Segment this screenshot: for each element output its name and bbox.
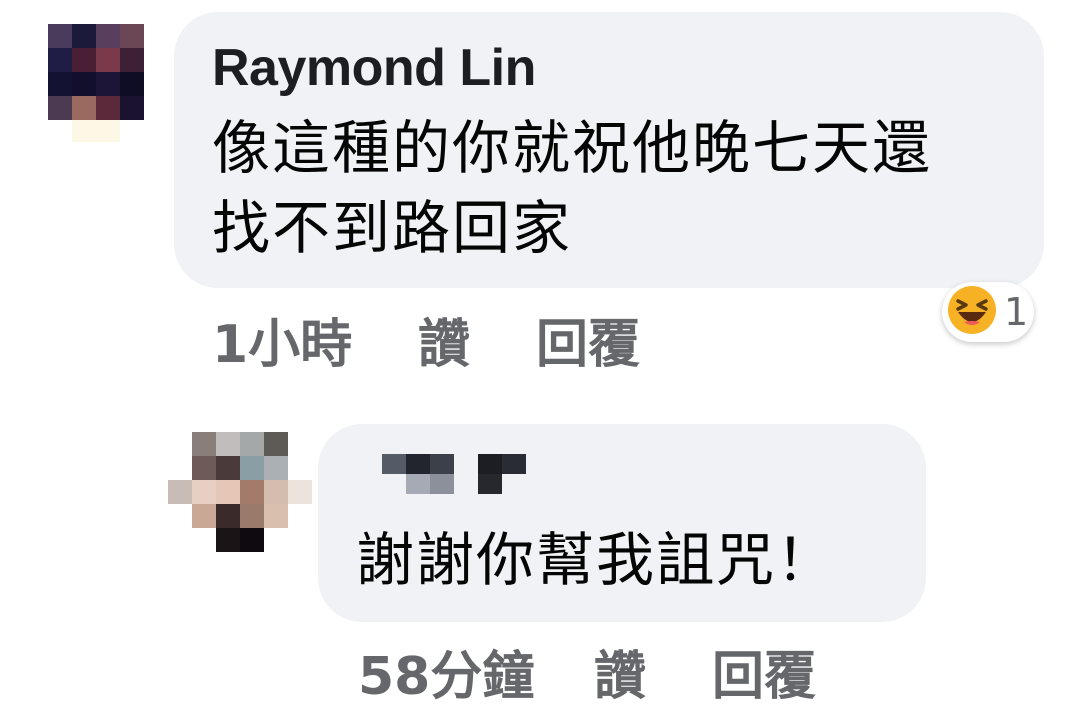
comment-bubble: 謝謝你幫我詛咒！ xyxy=(318,424,926,622)
avatar[interactable] xyxy=(168,432,312,552)
comment-bubble: Raymond Lin 像這種的你就祝他晚七天還 找不到路回家 xyxy=(174,12,1044,288)
comment-timestamp[interactable]: 58分鐘 xyxy=(358,634,534,709)
reply-button[interactable]: 回覆 xyxy=(712,634,816,709)
avatar[interactable] xyxy=(48,24,144,120)
avatar-glow xyxy=(72,120,120,142)
reaction-count: 1 xyxy=(1004,290,1029,334)
like-button[interactable]: 讚 xyxy=(418,302,470,377)
comment-text: 謝謝你幫我詛咒！ xyxy=(356,526,837,594)
comment-text: 像這種的你就祝他晚七天還 找不到路回家 xyxy=(212,114,933,262)
comment-author-redacted[interactable] xyxy=(382,454,526,494)
like-button[interactable]: 讚 xyxy=(594,634,646,709)
comment-timestamp[interactable]: 1小時 xyxy=(212,302,352,377)
reply-button[interactable]: 回覆 xyxy=(536,302,640,377)
comment-author[interactable]: Raymond Lin xyxy=(212,38,536,98)
laughing-emoji-icon xyxy=(946,284,998,340)
reaction-badge[interactable]: 1 xyxy=(942,282,1034,342)
